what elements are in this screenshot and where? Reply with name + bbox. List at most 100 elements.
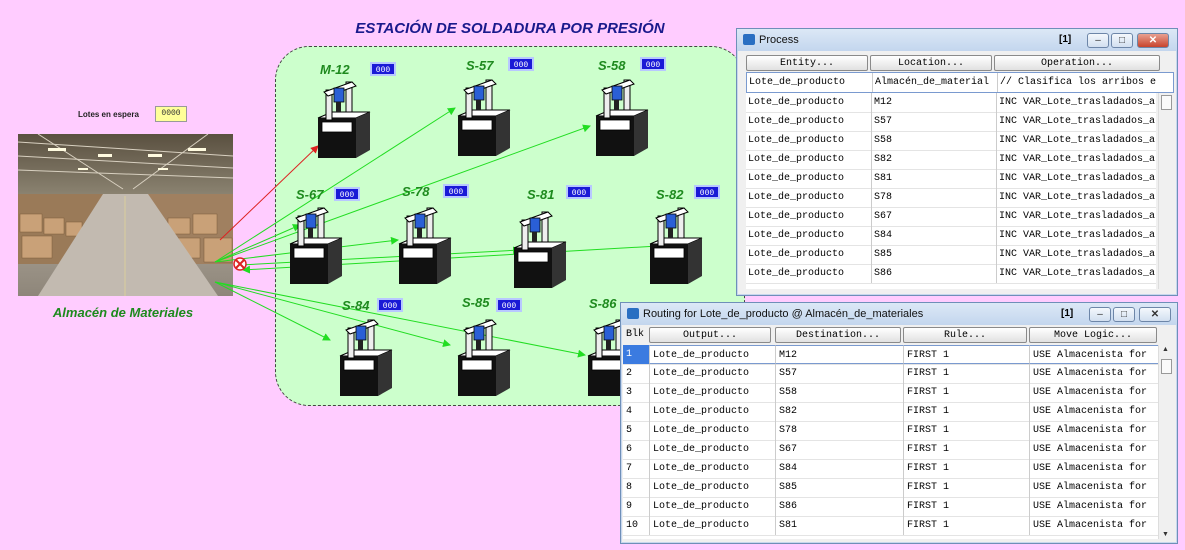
- output-cell: Lote_de_producto: [649, 364, 777, 383]
- blk-cell: 2: [626, 368, 633, 379]
- table-row[interactable]: Lote_de_producto S67 INC VAR_Lote_traslada…: [746, 207, 1156, 227]
- machine-s82-icon[interactable]: [644, 204, 708, 284]
- scroll-up-icon[interactable]: ▲: [1162, 346, 1169, 353]
- machine-s85-icon[interactable]: [452, 316, 516, 396]
- scroll-thumb[interactable]: [1161, 95, 1172, 110]
- machine-s57-icon[interactable]: [452, 76, 516, 156]
- output-cell: Lote_de_producto: [649, 383, 777, 402]
- machine-s78-icon[interactable]: [393, 204, 457, 284]
- process-titlebar[interactable]: Process [1] – □ ✕: [737, 29, 1177, 51]
- minimize-button[interactable]: –: [1087, 33, 1109, 48]
- routing-title: Routing for Lote_de_producto @ Almacén_d…: [643, 308, 924, 320]
- move-logic-cell: USE Almacenista for: [1029, 478, 1161, 497]
- machine-label-s81: S-81: [527, 187, 555, 202]
- output-header-button[interactable]: Output...: [649, 327, 771, 343]
- table-row[interactable]: Lote_de_producto S78 INC VAR_Lote_traslada…: [746, 188, 1156, 208]
- table-row[interactable]: Lote_de_producto S86 INC VAR_Lote_traslada…: [746, 264, 1156, 284]
- close-button[interactable]: ✕: [1139, 307, 1171, 322]
- location-cell: S58: [871, 131, 996, 150]
- table-row[interactable]: Lote_de_producto S81 INC VAR_Lote_traslada…: [746, 169, 1156, 189]
- entity-cell: Lote_de_producto: [748, 268, 845, 279]
- machine-counter-m12: 000: [370, 62, 396, 76]
- top-row-entity: Lote_de_producto: [749, 77, 846, 88]
- window-index: [1]: [1061, 308, 1074, 319]
- rule-cell: FIRST 1: [903, 345, 1031, 364]
- machine-counter-s57: 000: [508, 57, 534, 71]
- scroll-down-icon[interactable]: ▼: [1162, 531, 1169, 538]
- routing-window[interactable]: Routing for Lote_de_producto @ Almacén_d…: [620, 302, 1178, 544]
- table-row[interactable]: 4 Lote_de_producto S82 FIRST 1 USE Almacenis…: [623, 402, 1159, 422]
- table-row[interactable]: Lote_de_producto S58 INC VAR_Lote_traslada…: [746, 131, 1156, 151]
- location-cell: S78: [871, 188, 996, 207]
- machine-label-s84: S-84: [342, 298, 370, 313]
- process-top-row[interactable]: Lote_de_producto Almacén_de_material // …: [746, 72, 1174, 93]
- machine-label-s67: S-67: [296, 187, 324, 202]
- scroll-thumb[interactable]: [1161, 359, 1172, 374]
- maximize-button[interactable]: □: [1111, 33, 1133, 48]
- entity-cell: Lote_de_producto: [748, 154, 845, 165]
- machine-s58-icon[interactable]: [590, 76, 654, 156]
- machine-counter-s67: 000: [334, 187, 360, 201]
- rule-cell: FIRST 1: [903, 440, 1031, 459]
- table-row[interactable]: 10 Lote_de_producto S81 FIRST 1 USE Almaceni…: [623, 516, 1159, 536]
- process-table[interactable]: Lote_de_producto M12 INC VAR_Lote_traslada…: [746, 93, 1156, 289]
- blk-cell: 8: [626, 482, 633, 493]
- table-row[interactable]: Lote_de_producto S84 INC VAR_Lote_traslada…: [746, 226, 1156, 246]
- machine-s81-icon[interactable]: [508, 208, 572, 288]
- destination-header-button[interactable]: Destination...: [775, 327, 901, 343]
- table-row[interactable]: 1 Lote_de_producto M12 FIRST 1 USE Almacenis…: [623, 345, 1161, 365]
- maximize-button[interactable]: □: [1113, 307, 1135, 322]
- operation-cell: INC VAR_Lote_trasladados_a: [996, 93, 1159, 112]
- machine-label-s85: S-85: [462, 295, 490, 310]
- operation-header-button[interactable]: Operation...: [994, 55, 1160, 71]
- blk-cell: 6: [626, 444, 633, 455]
- top-row-operation: // Clasifica los arribos e: [997, 73, 1164, 92]
- routing-scrollbar[interactable]: ▲ ▼: [1158, 345, 1175, 539]
- location-header-button[interactable]: Location...: [870, 55, 992, 71]
- routing-table[interactable]: 1 Lote_de_producto M12 FIRST 1 USE Almacenis…: [623, 345, 1161, 539]
- entity-header-button[interactable]: Entity...: [746, 55, 868, 71]
- machine-label-s57: S-57: [466, 58, 494, 73]
- table-row[interactable]: 7 Lote_de_producto S84 FIRST 1 USE Almacenis…: [623, 459, 1159, 479]
- blk-cell: 5: [626, 425, 633, 436]
- blk-cell: 4: [626, 406, 633, 417]
- table-row[interactable]: Lote_de_producto M12 INC VAR_Lote_traslada…: [746, 93, 1156, 113]
- output-cell: Lote_de_producto: [649, 459, 777, 478]
- move-logic-header-button[interactable]: Move Logic...: [1029, 327, 1157, 343]
- machine-m12-icon[interactable]: [312, 78, 376, 158]
- table-row[interactable]: 6 Lote_de_producto S67 FIRST 1 USE Almacenis…: [623, 440, 1159, 460]
- close-button[interactable]: ✕: [1137, 33, 1169, 48]
- process-scrollbar[interactable]: [1158, 93, 1175, 289]
- table-row[interactable]: 9 Lote_de_producto S86 FIRST 1 USE Almacenis…: [623, 497, 1159, 517]
- minimize-button[interactable]: –: [1089, 307, 1111, 322]
- table-row[interactable]: 5 Lote_de_producto S78 FIRST 1 USE Almacenis…: [623, 421, 1159, 441]
- operation-cell: INC VAR_Lote_trasladados_a: [996, 150, 1159, 169]
- machine-label-s78: S-78: [402, 184, 430, 199]
- routing-titlebar[interactable]: Routing for Lote_de_producto @ Almacén_d…: [621, 303, 1177, 325]
- machine-counter-s78: 000: [443, 184, 469, 198]
- top-row-location: Almacén_de_material: [872, 73, 997, 92]
- entity-cell: Lote_de_producto: [748, 135, 845, 146]
- table-row[interactable]: 3 Lote_de_producto S58 FIRST 1 USE Almacenis…: [623, 383, 1159, 403]
- machine-label-s58: S-58: [598, 58, 626, 73]
- table-row[interactable]: Lote_de_producto S82 INC VAR_Lote_traslada…: [746, 150, 1156, 170]
- rule-cell: FIRST 1: [903, 497, 1031, 516]
- process-window[interactable]: Process [1] – □ ✕ Entity... Location... …: [736, 28, 1178, 296]
- machine-s67-icon[interactable]: [284, 204, 348, 284]
- table-row[interactable]: Lote_de_producto S85 INC VAR_Lote_traslada…: [746, 245, 1156, 265]
- blocked-marker-icon: [233, 257, 247, 271]
- machine-s84-icon[interactable]: [334, 316, 398, 396]
- rule-cell: FIRST 1: [903, 364, 1031, 383]
- table-row[interactable]: 2 Lote_de_producto S57 FIRST 1 USE Almacenis…: [623, 364, 1159, 384]
- rule-header-button[interactable]: Rule...: [903, 327, 1027, 343]
- destination-cell: S86: [775, 497, 905, 516]
- machine-counter-s81: 000: [566, 185, 592, 199]
- process-title: Process: [759, 34, 799, 46]
- table-row[interactable]: Lote_de_producto S57 INC VAR_Lote_traslada…: [746, 112, 1156, 132]
- arrow-s86: [214, 281, 586, 358]
- output-cell: Lote_de_producto: [649, 402, 777, 421]
- table-row[interactable]: 8 Lote_de_producto S85 FIRST 1 USE Almacenis…: [623, 478, 1159, 498]
- location-cell: S85: [871, 245, 996, 264]
- blk-header: Blk: [625, 329, 644, 340]
- move-logic-cell: USE Almacenista for: [1029, 421, 1161, 440]
